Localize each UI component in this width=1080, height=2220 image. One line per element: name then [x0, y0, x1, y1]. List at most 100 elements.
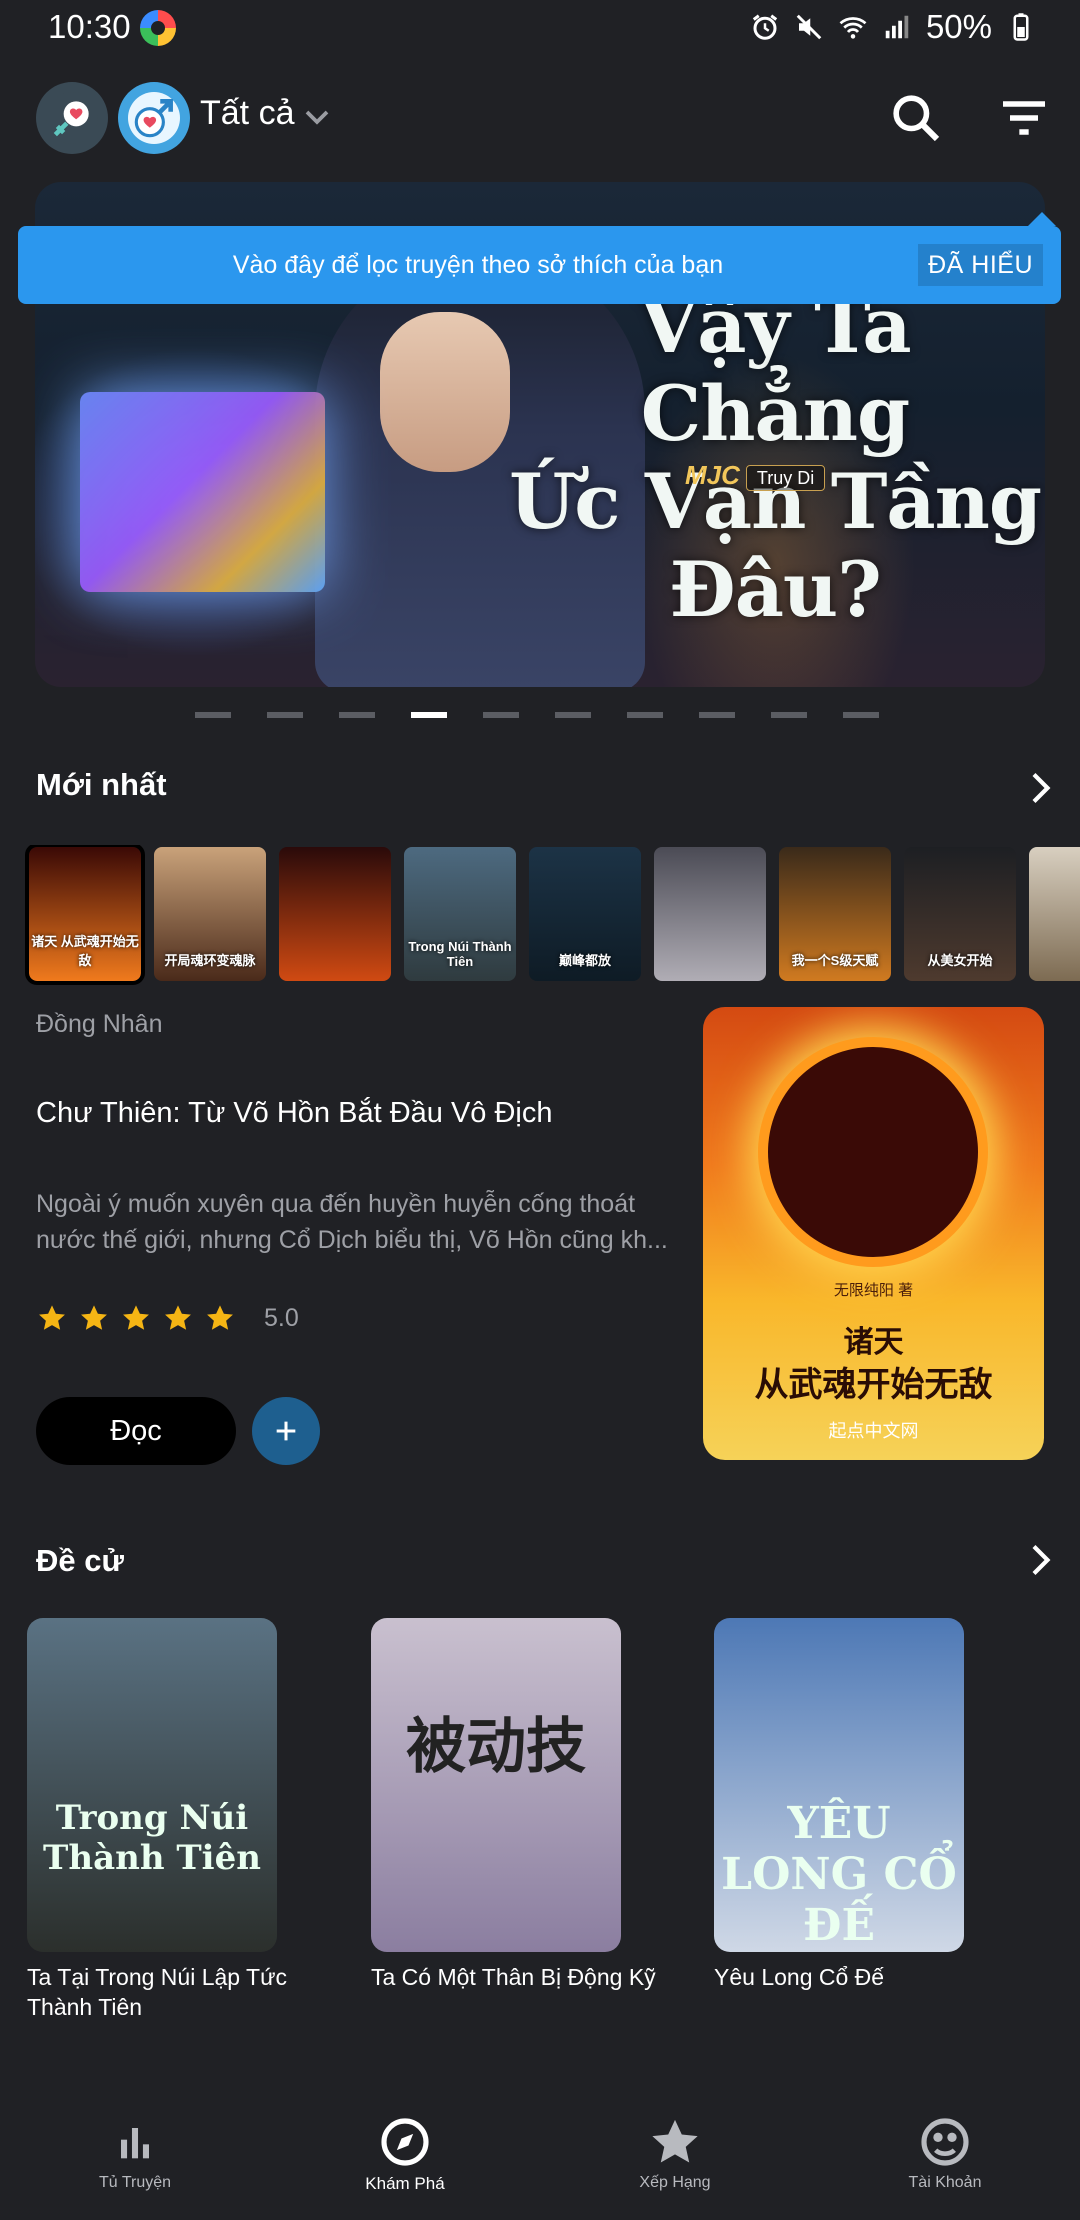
battery-percent: 50% [925, 8, 992, 45]
nav-ranking[interactable]: Xếp Hạng [575, 2114, 775, 2192]
gender-female-filter-button[interactable] [36, 82, 108, 154]
rating-star-icon [207, 1305, 233, 1330]
thumbnail-cover-text: 巅峰都放 [558, 953, 611, 968]
rating-value: 5.0 [264, 1303, 299, 1332]
nav-library[interactable]: Tủ Truyện [35, 2114, 235, 2192]
cover-author: 无限纯阳 著 [833, 1282, 914, 1299]
featured-title[interactable]: Chư Thiên: Từ Võ Hồn Bắt Đầu Vô Địch [36, 1097, 676, 1130]
cover-title-text: 被动技 [406, 1712, 586, 1782]
star-icon [652, 2119, 698, 2163]
latest-book-thumbnail[interactable]: 开局魂环变魂脉 [154, 847, 266, 981]
rating-stars: 5.0 [36, 1302, 299, 1334]
nav-label: Xếp Hạng [639, 2174, 711, 2191]
thumbnail-cover-text: 我一个S级天赋 [791, 953, 879, 968]
recommended-book-cover[interactable]: 被动技 [371, 1618, 621, 1952]
page-dot[interactable] [339, 712, 375, 718]
page-dot[interactable] [555, 712, 591, 718]
latest-book-thumbnail[interactable]: Trong Núi Thành Tiên [404, 847, 516, 981]
status-time: 10:30 [48, 8, 131, 45]
top-bar: Tất cả [0, 80, 1080, 156]
featured-description: Ngoài ý muốn xuyên qua đến huyền huyễn c… [36, 1190, 668, 1254]
latest-thumbnail-row[interactable]: 诸天 从武魂开始无敌开局魂环变魂脉 Trong Núi Thành Tiên 巅峰都… [25, 845, 1080, 985]
plus-icon [276, 1421, 296, 1441]
chevron-right-icon[interactable] [1022, 1542, 1058, 1578]
search-icon[interactable] [888, 90, 944, 146]
male-symbol-icon [128, 92, 180, 144]
recommended-book-card[interactable]: 被动技 Ta Có Một Thân Bị Động Kỹ [371, 1618, 656, 1992]
thumbnail-cover-text: 开局魂环变魂脉 [164, 953, 256, 968]
chevron-right-icon[interactable] [1022, 770, 1058, 806]
page-dot[interactable] [843, 712, 879, 718]
recommended-book-title[interactable]: Ta Có Một Thân Bị Động Kỹ [371, 1962, 691, 1992]
thumbnail-cover-text: Trong Núi Thành Tiên [408, 939, 512, 969]
latest-book-thumbnail[interactable] [654, 847, 766, 981]
latest-book-thumbnail[interactable]: 从美女开始 [904, 847, 1016, 981]
banner-character-face [380, 312, 510, 472]
banner-page-indicator [195, 712, 879, 718]
cover-eclipse-art [768, 1047, 978, 1257]
cover-title-line2: 从武魂开始无敌 [754, 1366, 993, 1404]
page-dot[interactable] [483, 712, 519, 718]
nav-account[interactable]: Tài Khoản [845, 2114, 1045, 2192]
latest-book-thumbnail[interactable]: 诸天 从武魂开始无敌 [25, 845, 145, 985]
latest-book-thumbnail[interactable] [1029, 847, 1080, 981]
cover-title-text: YÊU LONG CỔ ĐẾ [721, 1798, 957, 1951]
page-dot[interactable] [195, 712, 231, 718]
compass-icon [381, 2118, 429, 2166]
latest-book-thumbnail[interactable]: 巅峰都放 [529, 847, 641, 981]
wifi-icon [839, 17, 867, 39]
gender-male-filter-button[interactable] [118, 82, 190, 154]
banner-glowing-box-art [80, 392, 325, 592]
recommended-book-title[interactable]: Yêu Long Cổ Đế [714, 1962, 1034, 1992]
add-to-library-button[interactable] [252, 1397, 320, 1465]
status-bar: 10:30 50% [0, 0, 1080, 56]
filter-icon[interactable] [996, 90, 1052, 146]
filter-hint-tooltip: Vào đây để lọc truyện theo sở thích của … [18, 212, 1061, 304]
app-notification-icon [140, 10, 176, 46]
featured-book-cover[interactable]: 无限纯阳 著 诸天 从武魂开始无敌 起点中文网 [703, 1007, 1044, 1460]
rating-star-icon [39, 1305, 65, 1330]
rating-star-icon [81, 1305, 107, 1330]
bar-chart-icon [121, 2128, 149, 2159]
page-dot[interactable] [699, 712, 735, 718]
latest-book-thumbnail[interactable]: 我一个S级天赋 [779, 847, 891, 981]
bottom-navigation: Tủ Truyện Khám Phá Xếp Hạng Tài Khoản [0, 2080, 1080, 2220]
banner-publisher-logo: MJC Truy Di [685, 460, 826, 491]
battery-icon [1013, 13, 1029, 41]
female-symbol-icon [46, 92, 98, 144]
face-icon [921, 2118, 969, 2166]
page-dot[interactable] [411, 712, 447, 718]
page-dot[interactable] [771, 712, 807, 718]
recommended-book-cover[interactable]: YÊU LONG CỔ ĐẾ [714, 1618, 964, 1952]
category-filter-label[interactable]: Tất cả [200, 94, 294, 133]
thumbnail-cover-text: 从美女开始 [927, 953, 993, 968]
tooltip-text: Vào đây để lọc truyện theo sở thích của … [232, 251, 724, 279]
recommended-book-card[interactable]: YÊU LONG CỔ ĐẾ Yêu Long Cổ Đế [714, 1618, 964, 1992]
latest-book-thumbnail[interactable] [279, 847, 391, 981]
mute-icon [796, 14, 822, 40]
signal-icon [885, 15, 909, 39]
page-dot[interactable] [627, 712, 663, 718]
latest-section-title: Mới nhất [36, 767, 167, 802]
read-button[interactable]: Đọc [36, 1397, 236, 1465]
nav-label: Tài Khoản [908, 2174, 982, 2191]
recommended-book-card[interactable]: Trong Núi Thành Tiên Ta Tại Trong Núi Lập… [27, 1618, 287, 2022]
thumbnail-cover-text: 诸天 从武魂开始无敌 [31, 934, 139, 968]
chevron-down-icon[interactable] [302, 102, 332, 132]
cover-title-line1: 诸天 [843, 1326, 904, 1359]
recommended-section-title: Đề cử [36, 1543, 124, 1578]
rating-star-icon [123, 1305, 149, 1330]
dismiss-tooltip-button[interactable]: ĐÃ HIỂU [918, 244, 1043, 286]
cover-title-text: Trong Núi Thành Tiên [43, 1798, 261, 1878]
alarm-icon [752, 14, 778, 40]
recommended-book-title[interactable]: Ta Tại Trong Núi Lập Tức Thành Tiên [27, 1962, 347, 2022]
cover-publisher: 起点中文网 [828, 1421, 919, 1441]
status-icons: 50% [750, 8, 1036, 46]
banner-title: Vậy Ta Chẳng Ức Vạn Tầng Đâu? [508, 281, 1042, 634]
nav-label: Tủ Truyện [98, 2174, 172, 2191]
recommended-book-cover[interactable]: Trong Núi Thành Tiên [27, 1618, 277, 1952]
page-dot[interactable] [267, 712, 303, 718]
featured-category: Đồng Nhân [36, 1010, 163, 1038]
nav-explore[interactable]: Khám Phá [305, 2114, 505, 2194]
nav-label: Khám Phá [365, 2174, 445, 2193]
